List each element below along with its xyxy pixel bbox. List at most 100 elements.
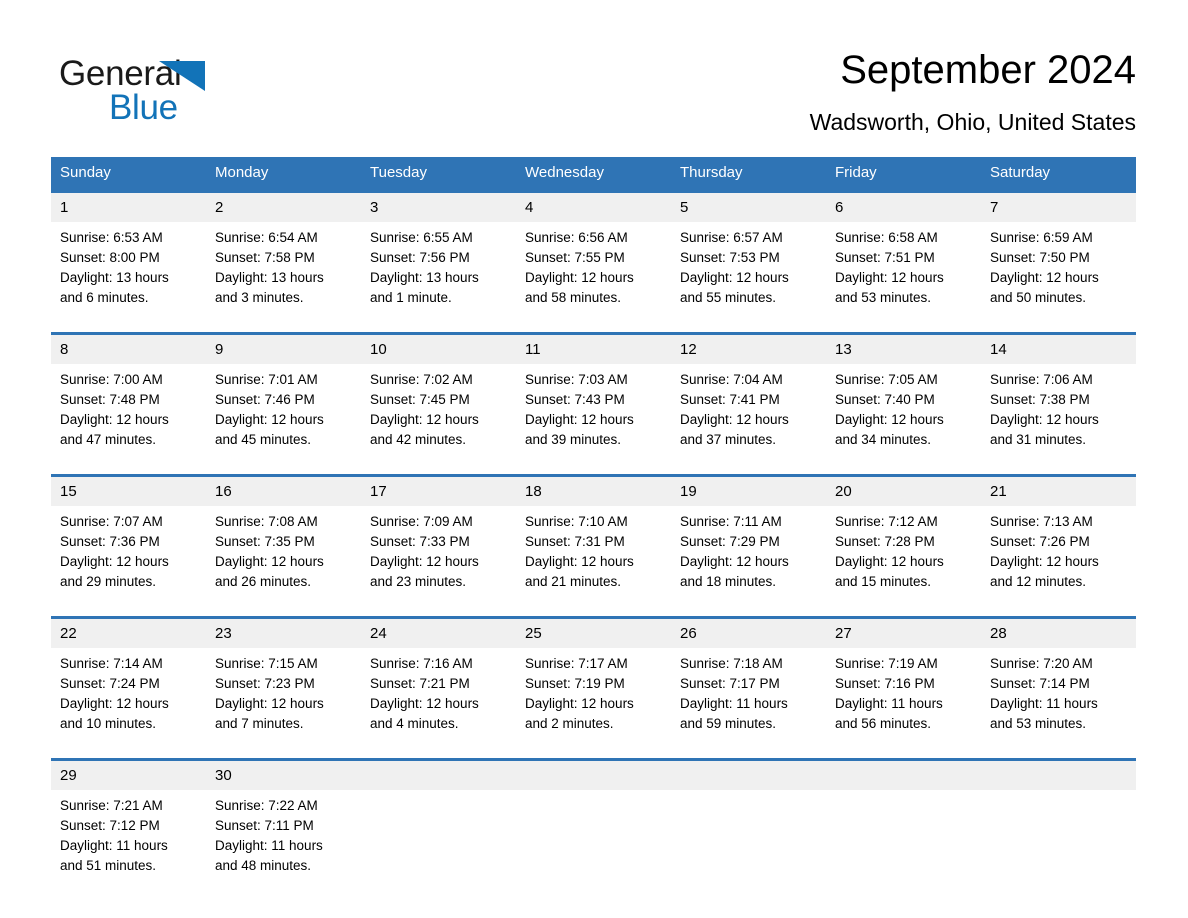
day-cell[interactable]: Sunrise: 7:11 AM Sunset: 7:29 PM Daylight:…: [671, 506, 826, 596]
day-cell[interactable]: Sunrise: 7:12 AM Sunset: 7:28 PM Daylight:…: [826, 506, 981, 596]
day-number[interactable]: 20: [826, 474, 981, 506]
day-cell[interactable]: Sunrise: 7:00 AM Sunset: 7:48 PM Daylight:…: [51, 364, 206, 454]
day-cell[interactable]: Sunrise: 6:53 AM Sunset: 8:00 PM Daylight:…: [51, 222, 206, 312]
sunrise-text: Sunrise: 7:10 AM: [525, 514, 628, 529]
day-number[interactable]: 23: [206, 616, 361, 648]
daylight-text-line2: and 45 minutes.: [215, 432, 312, 447]
day-number[interactable]: 24: [361, 616, 516, 648]
day-number[interactable]: 21: [981, 474, 1136, 506]
day-cell[interactable]: Sunrise: 7:15 AM Sunset: 7:23 PM Daylight:…: [206, 648, 361, 738]
day-cell[interactable]: Sunrise: 6:59 AM Sunset: 7:50 PM Daylight:…: [981, 222, 1136, 312]
week-detail-row: Sunrise: 7:07 AM Sunset: 7:36 PM Daylight:…: [51, 506, 1136, 596]
daylight-text-line1: Daylight: 13 hours: [60, 270, 169, 285]
day-cell[interactable]: Sunrise: 6:56 AM Sunset: 7:55 PM Daylight:…: [516, 222, 671, 312]
day-number[interactable]: 27: [826, 616, 981, 648]
sunrise-text: Sunrise: 7:21 AM: [60, 798, 163, 813]
day-detail: Sunrise: 7:01 AM Sunset: 7:46 PM Daylight:…: [215, 370, 353, 450]
daylight-text-line1: Daylight: 12 hours: [835, 270, 944, 285]
sunset-text: Sunset: 7:36 PM: [60, 534, 160, 549]
day-number[interactable]: 1: [51, 190, 206, 222]
daylight-text-line2: and 23 minutes.: [370, 574, 467, 589]
day-detail: Sunrise: 7:06 AM Sunset: 7:38 PM Daylight:…: [990, 370, 1128, 450]
sunset-text: Sunset: 7:50 PM: [990, 250, 1090, 265]
sunset-text: Sunset: 7:55 PM: [525, 250, 625, 265]
sunset-text: Sunset: 7:45 PM: [370, 392, 470, 407]
day-cell[interactable]: Sunrise: 6:58 AM Sunset: 7:51 PM Daylight:…: [826, 222, 981, 312]
sunset-text: Sunset: 7:26 PM: [990, 534, 1090, 549]
day-number[interactable]: 15: [51, 474, 206, 506]
day-cell[interactable]: Sunrise: 7:01 AM Sunset: 7:46 PM Daylight:…: [206, 364, 361, 454]
day-number[interactable]: 12: [671, 332, 826, 364]
day-number[interactable]: 4: [516, 190, 671, 222]
day-cell[interactable]: Sunrise: 7:21 AM Sunset: 7:12 PM Daylight:…: [51, 790, 206, 880]
daylight-text-line1: Daylight: 13 hours: [215, 270, 324, 285]
day-number[interactable]: 29: [51, 758, 206, 790]
sunset-text: Sunset: 7:40 PM: [835, 392, 935, 407]
day-cell[interactable]: Sunrise: 6:57 AM Sunset: 7:53 PM Daylight:…: [671, 222, 826, 312]
day-cell[interactable]: Sunrise: 7:05 AM Sunset: 7:40 PM Daylight:…: [826, 364, 981, 454]
daylight-text-line1: Daylight: 12 hours: [990, 270, 1099, 285]
sunrise-text: Sunrise: 7:06 AM: [990, 372, 1093, 387]
daylight-text-line1: Daylight: 12 hours: [990, 412, 1099, 427]
day-number[interactable]: 17: [361, 474, 516, 506]
sunrise-text: Sunrise: 7:20 AM: [990, 656, 1093, 671]
day-cell[interactable]: Sunrise: 7:13 AM Sunset: 7:26 PM Daylight:…: [981, 506, 1136, 596]
day-number[interactable]: 22: [51, 616, 206, 648]
day-detail: Sunrise: 7:11 AM Sunset: 7:29 PM Daylight:…: [680, 512, 818, 592]
day-cell[interactable]: Sunrise: 7:14 AM Sunset: 7:24 PM Daylight:…: [51, 648, 206, 738]
day-number[interactable]: 3: [361, 190, 516, 222]
sunrise-text: Sunrise: 7:17 AM: [525, 656, 628, 671]
day-number[interactable]: 11: [516, 332, 671, 364]
day-number[interactable]: 14: [981, 332, 1136, 364]
day-cell[interactable]: Sunrise: 7:04 AM Sunset: 7:41 PM Daylight:…: [671, 364, 826, 454]
day-number[interactable]: 5: [671, 190, 826, 222]
daylight-text-line1: Daylight: 12 hours: [525, 554, 634, 569]
day-cell[interactable]: Sunrise: 7:20 AM Sunset: 7:14 PM Daylight:…: [981, 648, 1136, 738]
day-number[interactable]: 2: [206, 190, 361, 222]
day-number[interactable]: 28: [981, 616, 1136, 648]
day-number[interactable]: 10: [361, 332, 516, 364]
sunrise-sunset-calendar: Sunday Monday Tuesday Wednesday Thursday…: [51, 157, 1136, 880]
day-cell[interactable]: Sunrise: 7:08 AM Sunset: 7:35 PM Daylight:…: [206, 506, 361, 596]
day-cell[interactable]: Sunrise: 7:18 AM Sunset: 7:17 PM Daylight:…: [671, 648, 826, 738]
day-cell[interactable]: Sunrise: 7:02 AM Sunset: 7:45 PM Daylight:…: [361, 364, 516, 454]
day-cell-empty: [361, 790, 516, 880]
day-number[interactable]: 25: [516, 616, 671, 648]
sunrise-text: Sunrise: 7:12 AM: [835, 514, 938, 529]
day-number[interactable]: 8: [51, 332, 206, 364]
sunset-text: Sunset: 7:31 PM: [525, 534, 625, 549]
sunset-text: Sunset: 7:17 PM: [680, 676, 780, 691]
day-number[interactable]: 18: [516, 474, 671, 506]
page-header: General Blue September 2024 Wadsworth, O…: [51, 44, 1136, 144]
day-cell[interactable]: Sunrise: 7:22 AM Sunset: 7:11 PM Daylight:…: [206, 790, 361, 880]
day-cell[interactable]: Sunrise: 7:06 AM Sunset: 7:38 PM Daylight:…: [981, 364, 1136, 454]
day-number[interactable]: 19: [671, 474, 826, 506]
day-cell[interactable]: Sunrise: 7:19 AM Sunset: 7:16 PM Daylight:…: [826, 648, 981, 738]
sunrise-text: Sunrise: 7:09 AM: [370, 514, 473, 529]
sunset-text: Sunset: 7:33 PM: [370, 534, 470, 549]
sunset-text: Sunset: 7:48 PM: [60, 392, 160, 407]
day-number[interactable]: 7: [981, 190, 1136, 222]
daylight-text-line2: and 29 minutes.: [60, 574, 157, 589]
day-cell[interactable]: Sunrise: 7:16 AM Sunset: 7:21 PM Daylight:…: [361, 648, 516, 738]
sunset-text: Sunset: 7:38 PM: [990, 392, 1090, 407]
day-cell[interactable]: Sunrise: 6:55 AM Sunset: 7:56 PM Daylight:…: [361, 222, 516, 312]
day-number[interactable]: 16: [206, 474, 361, 506]
day-cell[interactable]: Sunrise: 6:54 AM Sunset: 7:58 PM Daylight:…: [206, 222, 361, 312]
day-cell[interactable]: Sunrise: 7:03 AM Sunset: 7:43 PM Daylight:…: [516, 364, 671, 454]
day-cell[interactable]: Sunrise: 7:10 AM Sunset: 7:31 PM Daylight:…: [516, 506, 671, 596]
day-detail: Sunrise: 7:18 AM Sunset: 7:17 PM Daylight:…: [680, 654, 818, 734]
day-cell[interactable]: Sunrise: 7:07 AM Sunset: 7:36 PM Daylight:…: [51, 506, 206, 596]
day-number[interactable]: 9: [206, 332, 361, 364]
day-number[interactable]: 6: [826, 190, 981, 222]
general-blue-logo[interactable]: General Blue: [59, 53, 289, 127]
day-number[interactable]: 13: [826, 332, 981, 364]
day-cell[interactable]: Sunrise: 7:17 AM Sunset: 7:19 PM Daylight:…: [516, 648, 671, 738]
day-number[interactable]: 26: [671, 616, 826, 648]
weekday-header-row: Sunday Monday Tuesday Wednesday Thursday…: [51, 157, 1136, 192]
daylight-text-line2: and 37 minutes.: [680, 432, 777, 447]
weekday-header-wednesday: Wednesday: [516, 157, 671, 192]
day-number[interactable]: 30: [206, 758, 361, 790]
day-cell[interactable]: Sunrise: 7:09 AM Sunset: 7:33 PM Daylight:…: [361, 506, 516, 596]
day-detail: Sunrise: 6:56 AM Sunset: 7:55 PM Daylight:…: [525, 228, 663, 308]
